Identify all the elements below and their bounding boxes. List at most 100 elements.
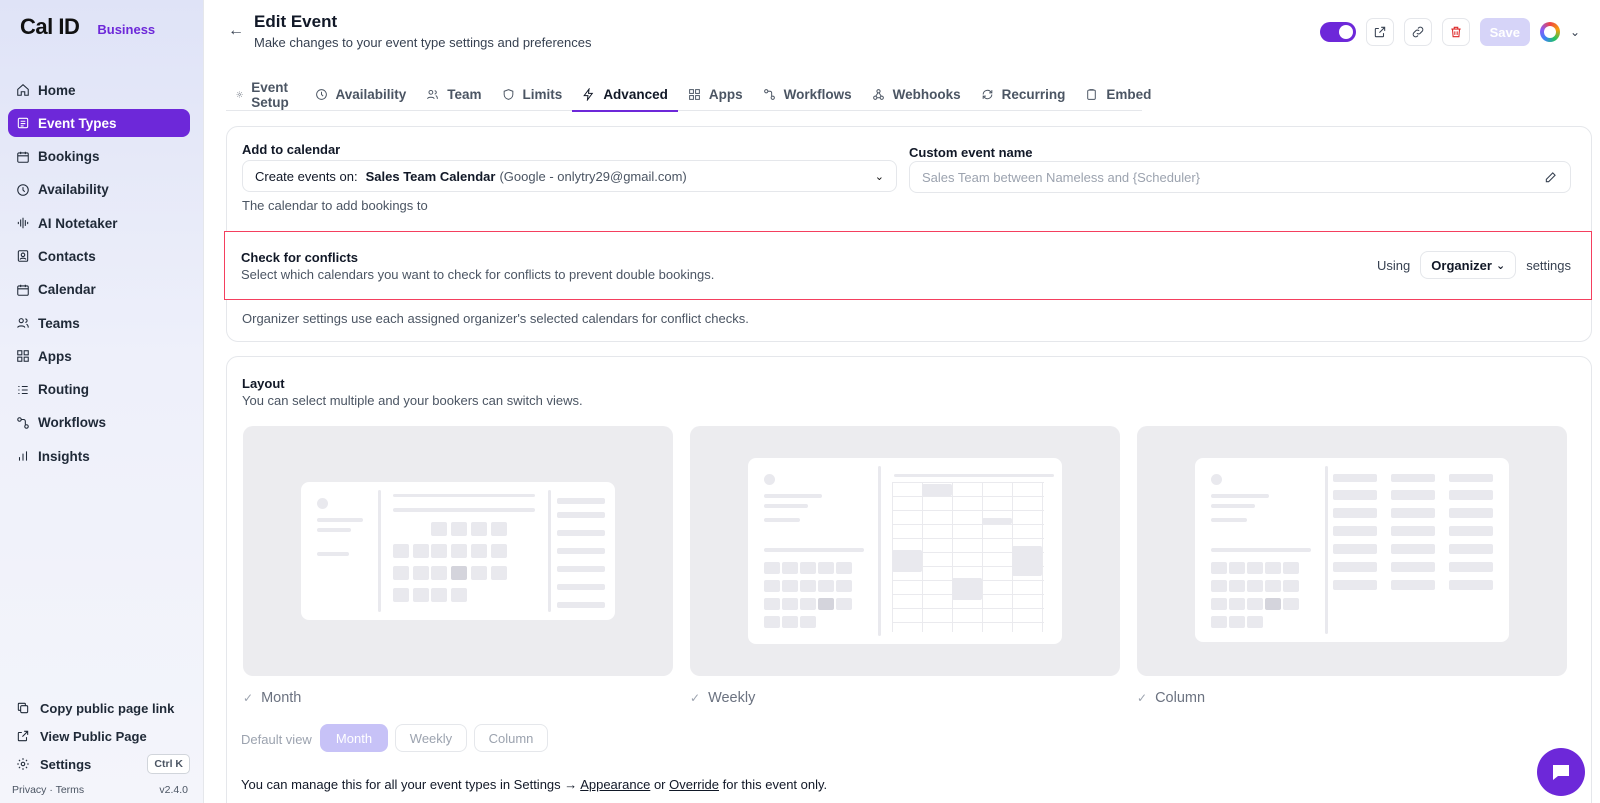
layout-option-column[interactable] (1137, 426, 1567, 676)
home-icon (16, 83, 30, 97)
preview-button[interactable] (1365, 18, 1394, 46)
settings-link[interactable]: Settings Ctrl K (8, 750, 190, 778)
lightning-icon (583, 88, 594, 101)
manage-prefix: You can manage this for all your event t… (241, 777, 578, 792)
calendar-help-text: The calendar to add bookings to (242, 198, 428, 213)
weekly-option-label[interactable]: ✓ Weekly (690, 690, 755, 706)
default-view-month[interactable]: Month (320, 724, 388, 752)
save-button[interactable]: Save (1479, 18, 1530, 46)
sidebar-item-ai-notetaker[interactable]: AI Notetaker (8, 209, 190, 237)
month-label: Month (261, 690, 302, 706)
gear-icon (17, 758, 29, 770)
check-conflicts-title: Check for conflicts (241, 250, 359, 265)
version-label: v2.4.0 (159, 784, 188, 796)
tab-label: Limits (522, 87, 563, 102)
sidebar-item-label: Calendar (38, 282, 96, 298)
manage-or: or (653, 777, 666, 792)
copy-icon (17, 702, 29, 714)
appearance-link[interactable]: Appearance (580, 777, 650, 792)
privacy-terms-link[interactable]: Privacy · Terms (12, 784, 84, 796)
calendar-select[interactable]: Create events on: Sales Team Calendar (G… (242, 160, 897, 192)
manage-suffix: for this event only. (722, 777, 828, 792)
users-icon (427, 89, 439, 100)
enabled-toggle[interactable] (1319, 22, 1356, 42)
tab-webhooks[interactable]: Webhooks (862, 78, 971, 111)
default-view-column[interactable]: Column (474, 724, 548, 752)
sidebar-item-label: Insights (38, 448, 90, 464)
sidebar-item-label: Apps (38, 348, 72, 364)
sidebar-item-apps[interactable]: Apps (8, 342, 190, 370)
custom-event-name-input[interactable]: Sales Team between Nameless and {Schedul… (909, 161, 1571, 193)
add-to-calendar-label: Add to calendar (242, 142, 341, 157)
tab-apps[interactable]: Apps (678, 78, 753, 111)
sidebar-item-label: Teams (38, 315, 80, 331)
tab-workflows[interactable]: Workflows (753, 78, 862, 111)
sidebar-item-workflows[interactable]: Workflows (8, 409, 190, 437)
chat-support-button[interactable] (1537, 748, 1585, 796)
tab-recurring[interactable]: Recurring (971, 78, 1076, 111)
tab-label: Workflows (783, 87, 852, 102)
organizer-dropdown[interactable]: Organizer ⌄ (1420, 251, 1517, 279)
gear-icon (236, 91, 243, 98)
custom-event-name-label: Custom event name (909, 145, 1033, 160)
sidebar-item-event-types[interactable]: Event Types (8, 109, 190, 138)
grid-icon (16, 349, 30, 363)
sidebar-item-label: Routing (38, 382, 89, 398)
sidebar-item-bookings[interactable]: Bookings (8, 143, 190, 171)
month-option-label[interactable]: ✓ Month (243, 690, 301, 706)
calendar-select-value: Sales Team Calendar (365, 168, 496, 184)
tab-label: Team (447, 87, 482, 102)
tab-embed[interactable]: Embed (1075, 78, 1161, 111)
delete-button[interactable] (1441, 18, 1470, 46)
custom-event-name-placeholder: Sales Team between Nameless and {Schedul… (922, 169, 1200, 185)
avatar[interactable] (1539, 22, 1560, 42)
sidebar-item-home[interactable]: Home (8, 76, 190, 104)
plan-badge: Business (97, 22, 156, 37)
sidebar-item-teams[interactable]: Teams (8, 309, 190, 337)
copy-public-link-button[interactable]: Copy public page link (8, 694, 190, 722)
settings-label: Settings (40, 756, 92, 772)
default-view-weekly[interactable]: Weekly (395, 724, 467, 752)
tab-advanced[interactable]: Advanced (572, 78, 678, 112)
repeat-icon (982, 89, 992, 100)
calendar-icon (16, 283, 30, 297)
layout-option-weekly[interactable] (690, 426, 1120, 676)
bar-chart-icon (16, 449, 30, 463)
view-public-page-link[interactable]: View Public Page (8, 722, 190, 750)
chevron-down-icon[interactable]: ⌄ (1570, 25, 1580, 39)
tab-availability[interactable]: Availability (305, 78, 417, 111)
month-preview (301, 482, 615, 620)
shortcut-badge: Ctrl K (147, 754, 190, 774)
override-link[interactable]: Override (669, 777, 719, 792)
layout-option-month[interactable] (243, 426, 673, 676)
check-icon: ✓ (243, 691, 254, 705)
sidebar-item-insights[interactable]: Insights (8, 442, 190, 470)
sidebar-item-contacts[interactable]: Contacts (8, 242, 190, 270)
tab-event-setup[interactable]: Event Setup (226, 78, 305, 111)
chat-icon (1553, 765, 1569, 780)
manage-layout-note: You can manage this for all your event t… (241, 777, 827, 792)
back-arrow-icon[interactable]: ← (228, 22, 244, 40)
users-icon (16, 316, 30, 330)
sidebar-item-availability[interactable]: Availability (8, 176, 190, 204)
column-preview (1195, 458, 1509, 642)
brand: Cal ID Business (20, 14, 155, 40)
sidebar-item-calendar[interactable]: Calendar (8, 276, 190, 304)
tab-limits[interactable]: Limits (492, 78, 573, 111)
tab-team[interactable]: Team (416, 78, 491, 111)
column-option-label[interactable]: ✓ Column (1137, 690, 1205, 706)
conflict-note: Organizer settings use each assigned org… (242, 311, 749, 326)
calendar-icon (16, 150, 30, 164)
grid-icon (688, 89, 700, 100)
page-title: Edit Event (254, 12, 338, 31)
sidebar-item-routing[interactable]: Routing (8, 376, 190, 404)
layout-title: Layout (242, 376, 285, 391)
check-icon: ✓ (690, 691, 701, 705)
page-subtitle: Make changes to your event type settings… (254, 35, 592, 50)
copy-link-button[interactable] (1403, 18, 1432, 46)
logo[interactable]: Cal ID (20, 14, 80, 40)
view-public-page-label: View Public Page (40, 728, 147, 744)
trash-icon (1450, 26, 1461, 38)
sidebar-item-label: Bookings (38, 149, 100, 165)
column-label: Column (1155, 690, 1206, 706)
